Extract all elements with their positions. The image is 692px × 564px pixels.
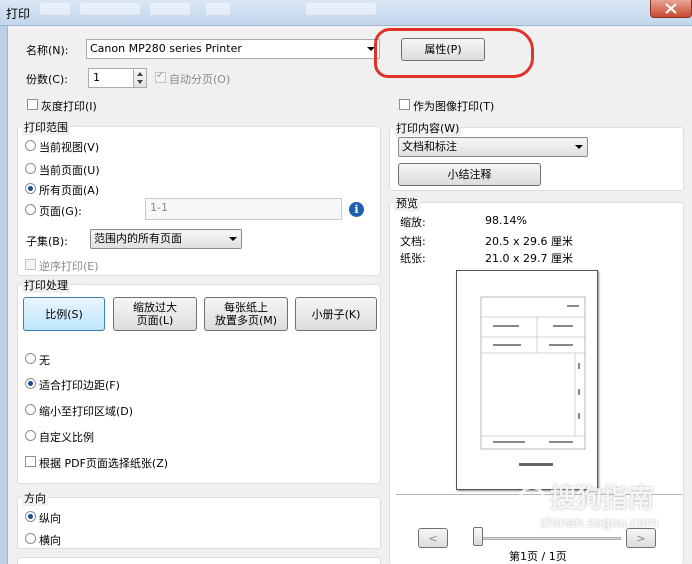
window-title: 打印	[6, 7, 31, 21]
page-slider-track[interactable]	[475, 537, 621, 540]
print-range-label: 打印范围	[22, 119, 70, 135]
orientation-group	[17, 497, 381, 549]
zoom-value: 98.14%	[485, 214, 527, 227]
choose-paper-by-pdf-checkbox[interactable]	[25, 456, 36, 467]
radio-custom-scale[interactable]	[25, 430, 36, 441]
background-taskbar-ghost	[80, 3, 140, 15]
print-as-image-label: 作为图像打印(T)	[413, 100, 495, 113]
portrait-label: 纵向	[39, 512, 61, 525]
none-label: 无	[39, 354, 50, 367]
choose-paper-by-pdf-label: 根据 PDF页面选择纸张(Z)	[39, 457, 169, 470]
subset-label: 子集(B):	[26, 235, 68, 248]
printer-value: Canon MP280 series Printer	[90, 42, 242, 55]
document-size-label: 文档:	[400, 235, 426, 248]
chevron-down-icon	[229, 237, 237, 241]
multiple-pages-button[interactable]: 每张纸上 放置多页(M)	[204, 297, 288, 331]
print-content-value: 文档和标注	[402, 140, 457, 153]
close-icon	[665, 3, 677, 14]
watermark-logo: 搜狗指南	[518, 478, 654, 515]
highlight-circle	[374, 28, 534, 78]
page-slider-thumb[interactable]	[473, 527, 483, 546]
background-taskbar-ghost	[150, 3, 190, 15]
paper-size-value: 21.0 x 29.7 厘米	[485, 252, 573, 265]
info-icon[interactable]: i	[349, 202, 364, 217]
grayscale-label: 灰度打印(I)	[41, 100, 97, 113]
orientation-label: 方向	[22, 490, 48, 506]
current-page-label: 当前页面(U)	[39, 164, 100, 177]
watermark-text: 搜狗指南	[550, 484, 655, 514]
subset-value: 范围内的所有页面	[94, 232, 182, 245]
next-group-edge	[17, 557, 381, 564]
all-pages-label: 所有页面(A)	[39, 184, 100, 197]
copies-label: 份数(C):	[26, 73, 68, 86]
scale-button[interactable]: 比例(S)	[23, 297, 105, 331]
fit-large-line1: 缩放过大	[133, 301, 177, 314]
summarize-comments-button[interactable]: 小结注释	[398, 163, 541, 186]
background-taskbar-ghost	[206, 3, 230, 15]
radio-fit-margins[interactable]	[25, 378, 36, 389]
radio-current-view[interactable]	[25, 140, 36, 151]
document-size-value: 20.5 x 29.6 厘米	[485, 235, 573, 248]
booklet-button[interactable]: 小册子(K)	[295, 297, 377, 331]
chevron-down-icon	[575, 145, 583, 149]
print-content-label: 打印内容(W)	[394, 120, 462, 136]
pages-label: 页面(G):	[39, 205, 82, 218]
reverse-label: 逆序打印(E)	[39, 260, 99, 273]
paper-size-label: 纸张:	[400, 252, 426, 265]
close-button[interactable]	[650, 0, 692, 18]
pages-input[interactable]: 1-1	[145, 198, 342, 220]
page-thumbnail	[480, 296, 586, 466]
watermark-url: zhinan.sogou.com	[540, 516, 659, 531]
page-preview	[456, 270, 598, 490]
radio-pages[interactable]	[25, 204, 36, 215]
collate-label: 自动分页(O)	[169, 73, 231, 86]
radio-landscape[interactable]	[25, 533, 36, 544]
reverse-checkbox[interactable]	[25, 259, 36, 270]
radio-all-pages[interactable]	[25, 183, 36, 194]
radio-none[interactable]	[25, 353, 36, 364]
shrink-label: 缩小至打印区域(D)	[39, 405, 134, 418]
background-taskbar-ghost	[306, 3, 376, 15]
multiple-line1: 每张纸上	[224, 301, 268, 314]
fit-large-line2: 页面(L)	[136, 314, 174, 327]
grayscale-checkbox[interactable]	[27, 99, 38, 110]
multiple-line2: 放置多页(M)	[214, 314, 278, 327]
copies-input[interactable]: 1	[88, 68, 134, 88]
spinner-arrows-icon	[137, 72, 143, 84]
print-as-image-checkbox[interactable]	[399, 99, 410, 110]
current-view-label: 当前视图(V)	[39, 141, 100, 154]
collate-checkbox[interactable]	[155, 70, 166, 83]
prev-page-button[interactable]: <	[418, 528, 448, 548]
print-handling-label: 打印处理	[22, 277, 70, 293]
preview-label: 预览	[394, 195, 420, 211]
copies-spinner[interactable]	[133, 68, 147, 88]
zoom-label: 缩放:	[400, 216, 426, 229]
printer-label: 名称(N):	[26, 44, 69, 57]
radio-current-page[interactable]	[25, 163, 36, 174]
fit-margins-label: 适合打印边距(F)	[39, 379, 120, 392]
next-page-button[interactable]: >	[626, 528, 656, 548]
background-taskbar-ghost	[40, 3, 70, 15]
radio-shrink[interactable]	[25, 404, 36, 415]
subset-select[interactable]: 范围内的所有页面	[90, 229, 242, 249]
radio-portrait[interactable]	[25, 511, 36, 522]
fit-large-pages-button[interactable]: 缩放过大 页面(L)	[113, 297, 197, 331]
page-indicator: 第1页 / 1页	[509, 550, 567, 563]
printer-select[interactable]: Canon MP280 series Printer	[86, 39, 380, 59]
watermark-logo-icon	[518, 485, 546, 514]
landscape-label: 横向	[39, 534, 61, 547]
custom-scale-label: 自定义比例	[39, 431, 94, 444]
print-content-select[interactable]: 文档和标注	[398, 137, 588, 157]
title-bar: 打印	[0, 0, 692, 26]
